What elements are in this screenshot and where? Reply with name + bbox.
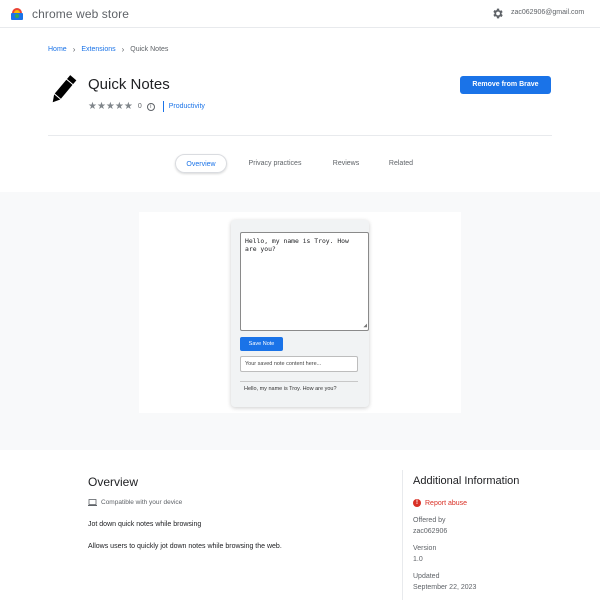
saved-note-field: Your saved note content here... (240, 356, 358, 372)
store-title[interactable]: chrome web store (32, 7, 129, 21)
chrome-web-store-logo-icon[interactable] (11, 8, 23, 20)
compatibility-text: Compatible with your device (101, 499, 183, 506)
version-value: 1.0 (413, 556, 423, 563)
section-divider (402, 470, 403, 600)
report-abuse-link[interactable]: ! Report abuse (413, 499, 467, 507)
updated-value: September 22, 2023 (413, 584, 477, 591)
pencil-icon (52, 75, 77, 103)
offered-by-label: Offered by (413, 517, 446, 524)
report-abuse-label[interactable]: Report abuse (425, 500, 467, 507)
breadcrumb: Home › Extensions › Quick Notes (48, 45, 168, 54)
note-textarea: Hello, my name is Troy. How are you? ◢ (240, 232, 369, 331)
tab-reviews[interactable]: Reviews (323, 154, 369, 173)
divider (162, 101, 164, 112)
extension-summary: Jot down quick notes while browsing (88, 521, 202, 528)
star-rating-icon[interactable]: ★★★★★ (88, 101, 133, 112)
chevron-right-icon: › (121, 45, 125, 54)
alert-icon: ! (413, 499, 421, 507)
remove-from-brave-button[interactable]: Remove from Brave (460, 76, 551, 94)
extension-name: Quick Notes (88, 76, 170, 93)
note-text: Hello, my name is Troy. How are you? (245, 237, 349, 253)
saved-note-text: Hello, my name is Troy. How are you? (244, 386, 337, 392)
tab-bar: Overview Privacy practices Reviews Relat… (0, 154, 600, 174)
top-bar: chrome web store zac062906@gmail.com (0, 0, 600, 28)
rating-count[interactable]: 0 (138, 103, 142, 110)
additional-info-heading: Additional Information (413, 475, 520, 487)
gear-icon[interactable] (491, 7, 504, 20)
resize-grip-icon: ◢ (363, 322, 367, 329)
offered-by-value: zac062906 (413, 528, 448, 535)
laptop-icon (88, 499, 97, 506)
rating-row: ★★★★★ 0 i Productivity (88, 101, 205, 112)
version-label: Version (413, 545, 437, 552)
tab-related[interactable]: Related (381, 154, 421, 173)
save-note-button: Save Note (240, 337, 283, 351)
chevron-right-icon: › (72, 45, 76, 54)
account-email[interactable]: zac062906@gmail.com (511, 9, 584, 16)
info-icon[interactable]: i (146, 102, 155, 111)
overview-heading: Overview (88, 475, 139, 489)
extension-description: Allows users to quickly jot down notes w… (88, 543, 282, 550)
tab-overview[interactable]: Overview (175, 154, 227, 173)
compatibility-row: Compatible with your device (88, 499, 182, 506)
popup-divider (240, 381, 358, 382)
category-link[interactable]: Productivity (169, 103, 205, 110)
tab-privacy-practices[interactable]: Privacy practices (240, 154, 310, 173)
breadcrumb-home[interactable]: Home (48, 46, 67, 53)
breadcrumb-current: Quick Notes (130, 46, 169, 53)
updated-label: Updated (413, 573, 440, 580)
header-divider (48, 135, 552, 136)
breadcrumb-extensions[interactable]: Extensions (81, 46, 115, 53)
